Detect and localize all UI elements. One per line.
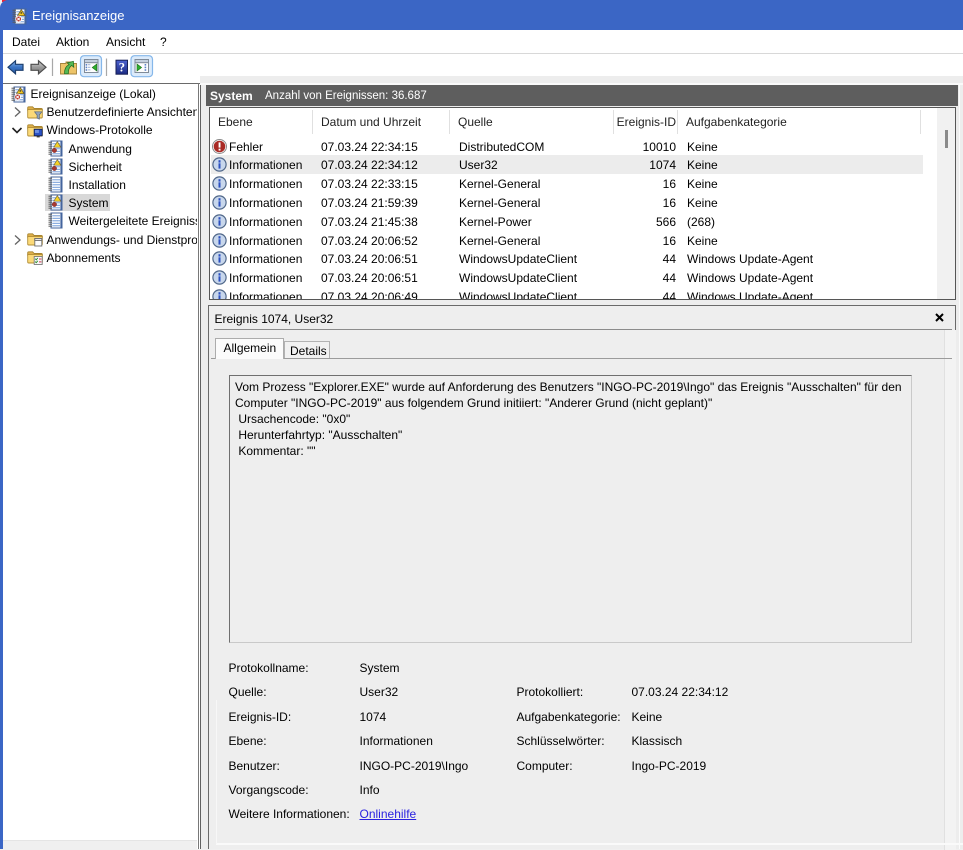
svg-text:?: ? bbox=[119, 60, 125, 74]
